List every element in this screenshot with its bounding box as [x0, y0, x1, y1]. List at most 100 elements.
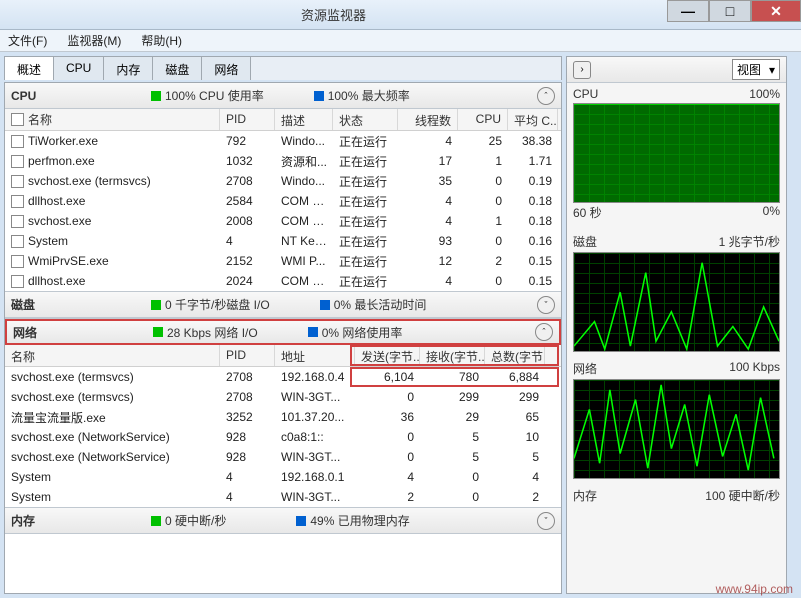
table-row[interactable]: svchost.exe (NetworkService)928WIN-3GT..…: [5, 447, 561, 467]
green-box-icon: [153, 327, 163, 337]
net-chart-label: 网络: [573, 360, 597, 377]
net-legend1: 28 Kbps 网络 I/O: [153, 324, 258, 341]
menu-monitor[interactable]: 监视器(M): [63, 30, 125, 51]
network-section-header[interactable]: 网络 28 Kbps 网络 I/O 0% 网络使用率 ˆ: [5, 319, 561, 345]
blue-box-icon: [320, 300, 330, 310]
mem-chart-box: 内存 100 硬中断/秒: [567, 483, 786, 510]
net-chart: [573, 379, 780, 479]
checkbox[interactable]: [11, 155, 24, 168]
checkbox[interactable]: [11, 235, 24, 248]
table-row[interactable]: System4WIN-3GT...202: [5, 487, 561, 507]
memory-section-name: 内存: [11, 512, 151, 529]
network-section: 网络 28 Kbps 网络 I/O 0% 网络使用率 ˆ 名称 PID 地址 发…: [5, 319, 561, 508]
net-chart-max: 100 Kbps: [729, 360, 780, 377]
cpu-table-header: 名称 PID 描述 状态 线程数 CPU 平均 C...: [5, 109, 561, 131]
table-row[interactable]: System4192.168.0.1404: [5, 467, 561, 487]
view-selector[interactable]: 视图 ▾: [732, 59, 780, 80]
disk-section: 磁盘 0 千字节/秒磁盘 I/O 0% 最长活动时间 ˇ: [5, 292, 561, 319]
net-legend2: 0% 网络使用率: [308, 324, 403, 341]
tab-cpu[interactable]: CPU: [54, 57, 104, 80]
table-row[interactable]: dllhost.exe2584COM S...正在运行400.18: [5, 191, 561, 211]
cpu-section: CPU 100% CPU 使用率 100% 最大频率 ˆ 名称 PID 描述 状…: [5, 83, 561, 292]
cpu-section-name: CPU: [11, 89, 151, 103]
table-row[interactable]: System4NT Ker...正在运行9300.16: [5, 231, 561, 251]
disk-chart-label: 磁盘: [573, 233, 597, 250]
menubar: 文件(F) 监视器(M) 帮助(H): [0, 30, 801, 52]
table-row[interactable]: svchost.exe (termsvcs)2708192.168.0.46,1…: [5, 367, 561, 387]
checkbox[interactable]: [11, 275, 24, 288]
disk-chart-max: 1 兆字节/秒: [719, 233, 780, 250]
mem-chart-max: 100 硬中断/秒: [705, 487, 780, 504]
table-row[interactable]: svchost.exe (termsvcs)2708Windo...正在运行35…: [5, 171, 561, 191]
cpu-chart-min: 0%: [763, 204, 780, 221]
minimize-button[interactable]: —: [667, 0, 709, 22]
table-row[interactable]: svchost.exe (NetworkService)928c0a8:1::0…: [5, 427, 561, 447]
table-row[interactable]: svchost.exe (termsvcs)2708WIN-3GT...0299…: [5, 387, 561, 407]
blue-box-icon: [314, 91, 324, 101]
tab-network[interactable]: 网络: [202, 57, 251, 80]
disk-legend2: 0% 最长活动时间: [320, 296, 427, 313]
memory-section: 内存 0 硬中断/秒 49% 已用物理内存 ˇ: [5, 508, 561, 534]
window-buttons: — □ ✕: [667, 0, 801, 29]
checkbox[interactable]: [11, 135, 24, 148]
cpu-legend2: 100% 最大频率: [314, 87, 410, 104]
cpu-chart: [573, 103, 780, 203]
memory-section-header[interactable]: 内存 0 硬中断/秒 49% 已用物理内存 ˇ: [5, 508, 561, 534]
right-header: › 视图 ▾: [567, 57, 786, 83]
green-box-icon: [151, 91, 161, 101]
table-row[interactable]: WmiPrvSE.exe2152WMI P...正在运行1220.15: [5, 251, 561, 271]
expand-icon[interactable]: ˇ: [537, 296, 555, 314]
disk-chart: [573, 252, 780, 352]
checkbox[interactable]: [11, 195, 24, 208]
cpu-section-header[interactable]: CPU 100% CPU 使用率 100% 最大频率 ˆ: [5, 83, 561, 109]
tab-memory[interactable]: 内存: [104, 57, 153, 80]
disk-section-name: 磁盘: [11, 296, 151, 313]
menu-file[interactable]: 文件(F): [4, 30, 51, 51]
watermark: www.94ip.com: [716, 582, 793, 596]
tab-overview[interactable]: 概述: [5, 57, 54, 80]
maximize-button[interactable]: □: [709, 0, 751, 22]
checkbox[interactable]: [11, 255, 24, 268]
left-panel: 概述 CPU 内存 磁盘 网络 CPU 100% CPU 使用率 100% 最大…: [4, 56, 562, 594]
green-box-icon: [151, 516, 161, 526]
tab-disk[interactable]: 磁盘: [153, 57, 202, 80]
cpu-rows: TiWorker.exe792Windo...正在运行42538.38perfm…: [5, 131, 561, 291]
disk-chart-box: 磁盘 1 兆字节/秒: [567, 229, 786, 356]
table-row[interactable]: 流量宝流量版.exe3252101.37.20...362965: [5, 407, 561, 427]
table-row[interactable]: TiWorker.exe792Windo...正在运行42538.38: [5, 131, 561, 151]
collapse-icon[interactable]: ˆ: [537, 87, 555, 105]
green-box-icon: [151, 300, 161, 310]
network-section-name: 网络: [13, 324, 153, 341]
main-pane: CPU 100% CPU 使用率 100% 最大频率 ˆ 名称 PID 描述 状…: [4, 82, 562, 594]
table-row[interactable]: svchost.exe2008COM S...正在运行410.18: [5, 211, 561, 231]
disk-section-header[interactable]: 磁盘 0 千字节/秒磁盘 I/O 0% 最长活动时间 ˇ: [5, 292, 561, 318]
titlebar: 资源监视器 — □ ✕: [0, 0, 801, 30]
chevron-down-icon: ▾: [769, 63, 775, 77]
tab-bar: 概述 CPU 内存 磁盘 网络: [4, 56, 562, 80]
mem-legend1: 0 硬中断/秒: [151, 512, 226, 529]
checkbox[interactable]: [11, 175, 24, 188]
panel-collapse-icon[interactable]: ›: [573, 61, 591, 79]
cpu-legend1: 100% CPU 使用率: [151, 87, 264, 104]
expand-icon[interactable]: ˇ: [537, 512, 555, 530]
cpu-chart-time: 60 秒: [573, 204, 602, 221]
close-button[interactable]: ✕: [751, 0, 801, 22]
window-title: 资源监视器: [0, 5, 667, 24]
mem-legend2: 49% 已用物理内存: [296, 512, 409, 529]
menu-help[interactable]: 帮助(H): [137, 30, 186, 51]
cpu-chart-max: 100%: [749, 87, 780, 101]
blue-box-icon: [296, 516, 306, 526]
net-chart-box: 网络 100 Kbps: [567, 356, 786, 483]
network-rows: svchost.exe (termsvcs)2708192.168.0.46,1…: [5, 367, 561, 507]
collapse-icon[interactable]: ˆ: [535, 323, 553, 341]
table-row[interactable]: perfmon.exe1032资源和...正在运行1711.71: [5, 151, 561, 171]
checkbox-all[interactable]: [11, 113, 24, 126]
network-table-header: 名称 PID 地址 发送(字节... 接收(字节... 总数(字节...: [5, 345, 561, 367]
right-panel: › 视图 ▾ CPU 100% 60 秒 0% 磁盘 1 兆字节/秒 网络 100 Kb…: [566, 56, 787, 594]
mem-chart-label: 内存: [573, 487, 597, 504]
cpu-chart-label: CPU: [573, 87, 598, 101]
blue-box-icon: [308, 327, 318, 337]
checkbox[interactable]: [11, 215, 24, 228]
table-row[interactable]: dllhost.exe2024COM S...正在运行400.15: [5, 271, 561, 291]
disk-legend1: 0 千字节/秒磁盘 I/O: [151, 296, 270, 313]
